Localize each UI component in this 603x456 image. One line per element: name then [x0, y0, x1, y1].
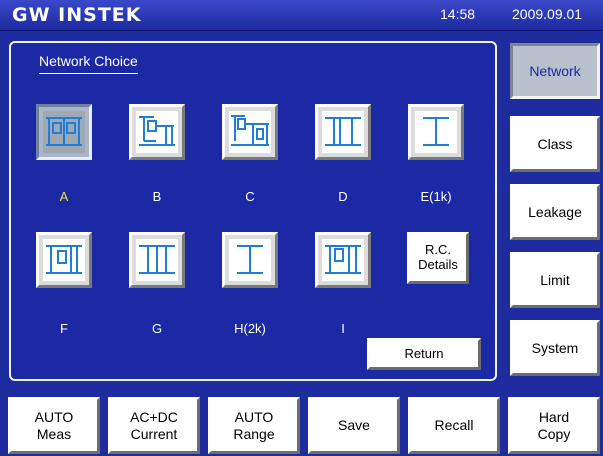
network-f-button[interactable]: [36, 232, 92, 288]
auto-range-button[interactable]: AUTO Range: [208, 397, 300, 454]
network-i-label: I: [341, 321, 345, 336]
save-label: Save: [338, 417, 370, 434]
network-i-icon: [322, 239, 364, 281]
network-b-label: B: [152, 189, 162, 204]
network-a-label: A: [59, 189, 69, 204]
network-choice-panel: Network Choice A B C D E(1k) R.C. Detail…: [9, 41, 497, 381]
side-class-button[interactable]: Class: [510, 116, 600, 172]
header-bar: GW INSTEK 14:58 2009.09.01: [0, 0, 603, 31]
network-h-icon: [229, 239, 271, 281]
rc-details-button[interactable]: R.C. Details: [407, 232, 469, 284]
hard-copy-label: Hard Copy: [537, 408, 571, 442]
clock-date: 2009.09.01: [512, 6, 583, 22]
auto-meas-button[interactable]: AUTO Meas: [8, 397, 100, 454]
network-i-button[interactable]: [315, 232, 371, 288]
network-a-icon: [43, 111, 85, 153]
network-b-button[interactable]: [129, 104, 185, 160]
instrument-screen: GW INSTEK 14:58 2009.09.01 Network Choic…: [0, 0, 603, 456]
network-g-button[interactable]: [129, 232, 185, 288]
ac-dc-current-button[interactable]: AC+DC Current: [108, 397, 200, 454]
side-network-button[interactable]: Network: [510, 43, 600, 99]
network-a-button[interactable]: [36, 104, 92, 160]
network-h-label: H(2k): [234, 321, 266, 336]
save-button[interactable]: Save: [308, 397, 400, 454]
network-e-button[interactable]: [408, 104, 464, 160]
return-button[interactable]: Return: [367, 338, 481, 370]
network-c-button[interactable]: [222, 104, 278, 160]
hard-copy-button[interactable]: Hard Copy: [508, 397, 600, 454]
network-c-label: C: [245, 189, 255, 204]
network-f-label: F: [60, 321, 68, 336]
network-h-button[interactable]: [222, 232, 278, 288]
network-g-label: G: [151, 321, 163, 336]
network-e-label: E(1k): [420, 189, 452, 204]
ac-dc-current-label: AC+DC Current: [130, 408, 178, 442]
recall-label: Recall: [434, 417, 474, 434]
network-c-icon: [229, 111, 271, 153]
brand-logo: GW INSTEK: [12, 4, 142, 26]
side-limit-button[interactable]: Limit: [510, 252, 600, 308]
auto-range-label: AUTO Range: [233, 408, 275, 442]
network-d-button[interactable]: [315, 104, 371, 160]
network-e-icon: [415, 111, 457, 153]
network-f-icon: [43, 239, 85, 281]
side-system-button[interactable]: System: [510, 320, 600, 376]
panel-title: Network Choice: [39, 53, 138, 74]
clock-time: 14:58: [440, 6, 476, 22]
auto-meas-label: AUTO Meas: [34, 408, 74, 442]
network-g-icon: [136, 239, 178, 281]
recall-button[interactable]: Recall: [408, 397, 500, 454]
network-b-icon: [136, 111, 178, 153]
network-d-icon: [322, 111, 364, 153]
network-d-label: D: [338, 189, 348, 204]
side-leakage-button[interactable]: Leakage: [510, 184, 600, 240]
